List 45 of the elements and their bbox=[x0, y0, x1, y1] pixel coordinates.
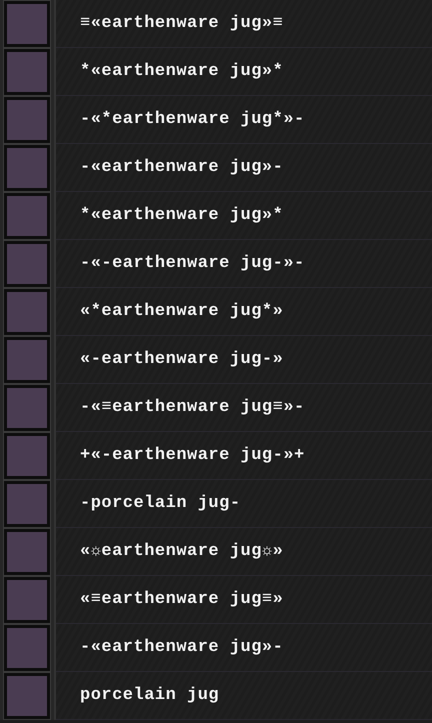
list-item[interactable]: «≡earthenware jug≡» bbox=[56, 576, 432, 624]
item-tile bbox=[4, 385, 50, 431]
list-item[interactable]: -porcelain jug- bbox=[56, 480, 432, 528]
list-item[interactable]: *«earthenware jug»* bbox=[56, 192, 432, 240]
item-tile bbox=[4, 577, 50, 623]
item-tile bbox=[4, 241, 50, 287]
item-name: «-earthenware jug-» bbox=[80, 350, 284, 369]
item-tile bbox=[4, 625, 50, 671]
item-name: *«earthenware jug»* bbox=[80, 206, 284, 225]
item-tile bbox=[4, 481, 50, 527]
item-name: -«-earthenware jug-»- bbox=[80, 254, 305, 273]
item-name: -porcelain jug- bbox=[80, 494, 241, 513]
item-tile bbox=[4, 337, 50, 383]
list-item[interactable]: -«earthenware jug»- bbox=[56, 144, 432, 192]
item-name: «*earthenware jug*» bbox=[80, 302, 284, 321]
item-name: -«≡earthenware jug≡»- bbox=[80, 398, 305, 417]
item-name: -«*earthenware jug*»- bbox=[80, 110, 305, 129]
item-tile bbox=[4, 673, 50, 719]
list-item[interactable]: -«earthenware jug»- bbox=[56, 624, 432, 672]
list-item[interactable]: *«earthenware jug»* bbox=[56, 48, 432, 96]
item-tile bbox=[4, 433, 50, 479]
item-tile bbox=[4, 145, 50, 191]
list-item[interactable]: «-earthenware jug-» bbox=[56, 336, 432, 384]
item-name: «☼earthenware jug☼» bbox=[80, 542, 284, 561]
list-item[interactable]: «☼earthenware jug☼» bbox=[56, 528, 432, 576]
list-item[interactable]: +«-earthenware jug-»+ bbox=[56, 432, 432, 480]
item-name: porcelain jug bbox=[80, 686, 220, 705]
list-item[interactable]: «*earthenware jug*» bbox=[56, 288, 432, 336]
item-tile bbox=[4, 1, 50, 47]
list-item[interactable]: -«*earthenware jug*»- bbox=[56, 96, 432, 144]
item-tile bbox=[4, 49, 50, 95]
list-item[interactable]: porcelain jug bbox=[56, 672, 432, 720]
item-name: +«-earthenware jug-»+ bbox=[80, 446, 305, 465]
item-name: ≡«earthenware jug»≡ bbox=[80, 14, 284, 33]
item-tile bbox=[4, 193, 50, 239]
list-item[interactable]: -«-earthenware jug-»- bbox=[56, 240, 432, 288]
item-tile bbox=[4, 289, 50, 335]
item-name: «≡earthenware jug≡» bbox=[80, 590, 284, 609]
item-name: -«earthenware jug»- bbox=[80, 158, 284, 177]
item-name: -«earthenware jug»- bbox=[80, 638, 284, 657]
item-tile bbox=[4, 529, 50, 575]
list-item[interactable]: -«≡earthenware jug≡»- bbox=[56, 384, 432, 432]
item-tile bbox=[4, 97, 50, 143]
list-item[interactable]: ≡«earthenware jug»≡ bbox=[56, 0, 432, 48]
item-name: *«earthenware jug»* bbox=[80, 62, 284, 81]
